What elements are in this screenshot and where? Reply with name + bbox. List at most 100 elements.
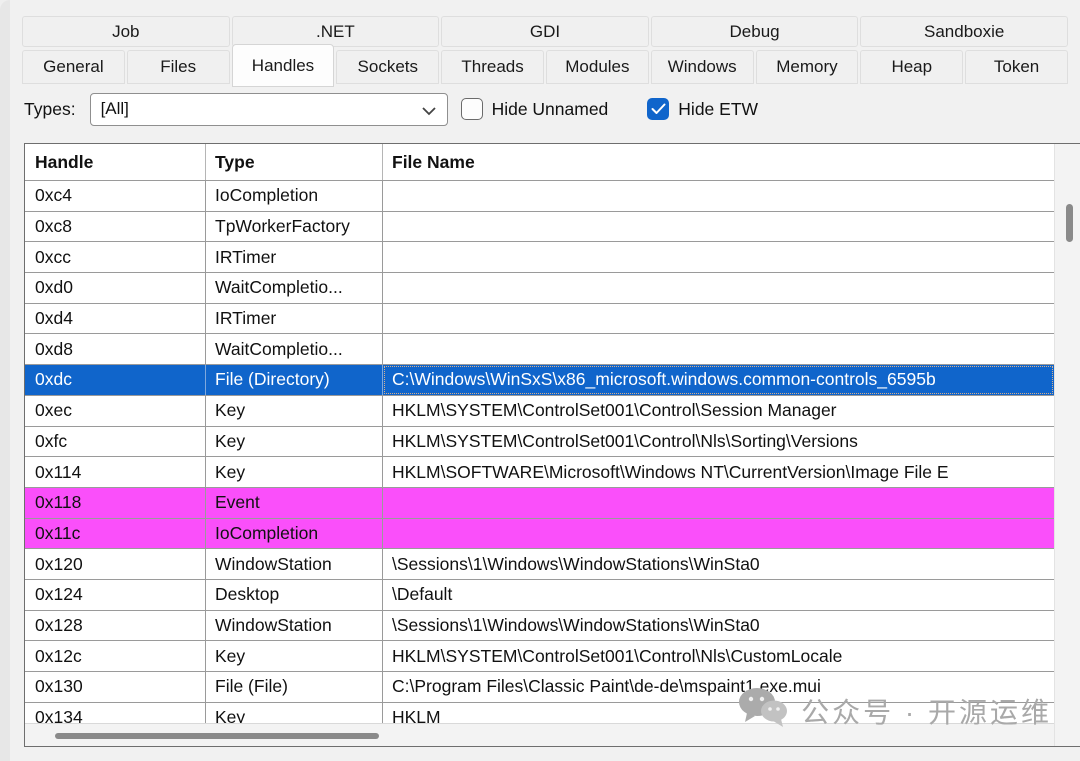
table-row[interactable]: 0x120WindowStation\Sessions\1\Windows\Wi… [25,549,1054,580]
type-cell: Key [206,641,383,671]
tab-strip-bottom: GeneralFilesHandlesSocketsThreadsModules… [22,50,1068,84]
handle-cell: 0x11c [25,519,206,549]
filename-cell: HKLM [383,703,1054,723]
filename-cell [383,181,1054,211]
tab-strip-top: Job.NETGDIDebugSandboxie [22,16,1068,47]
table-body: 0xc4IoCompletion0xc8TpWorkerFactory0xccI… [25,181,1054,723]
filename-cell: C:\Program Files\Classic Paint\de-de\msp… [383,672,1054,702]
type-cell: IRTimer [206,304,383,334]
tab-token[interactable]: Token [965,50,1068,84]
filename-cell [383,519,1054,549]
type-cell: WindowStation [206,611,383,641]
type-cell: TpWorkerFactory [206,212,383,242]
filename-cell: HKLM\SOFTWARE\Microsoft\Windows NT\Curre… [383,457,1054,487]
table-row[interactable]: 0xdcFile (Directory)C:\Windows\WinSxS\x8… [25,365,1054,396]
column-header-filename[interactable]: File Name [383,144,1054,180]
handle-cell: 0x124 [25,580,206,610]
handle-cell: 0xfc [25,427,206,457]
handle-cell: 0x12c [25,641,206,671]
handle-cell: 0xc8 [25,212,206,242]
type-cell: WaitCompletio... [206,273,383,303]
tab-modules[interactable]: Modules [546,50,649,84]
table-row[interactable]: 0xd8WaitCompletio... [25,334,1054,365]
handle-cell: 0xd4 [25,304,206,334]
handle-cell: 0x134 [25,703,206,723]
type-cell: Key [206,427,383,457]
filename-cell: C:\Windows\WinSxS\x86_microsoft.windows.… [383,365,1054,395]
table-row[interactable]: 0xccIRTimer [25,242,1054,273]
filename-cell [383,212,1054,242]
tab-net[interactable]: .NET [232,16,440,47]
type-cell: IoCompletion [206,519,383,549]
table-row[interactable]: 0x114KeyHKLM\SOFTWARE\Microsoft\Windows … [25,457,1054,488]
type-cell: Key [206,396,383,426]
tab-memory[interactable]: Memory [756,50,859,84]
tab-general[interactable]: General [22,50,125,84]
handle-cell: 0x118 [25,488,206,518]
table-row[interactable]: 0x11cIoCompletion [25,519,1054,550]
tab-windows[interactable]: Windows [651,50,754,84]
types-label: Types: [24,99,76,120]
handle-cell: 0xd8 [25,334,206,364]
filename-cell: HKLM\SYSTEM\ControlSet001\Control\Nls\So… [383,427,1054,457]
hide-etw-checkbox[interactable] [647,98,669,120]
type-cell: Desktop [206,580,383,610]
filename-cell [383,304,1054,334]
horizontal-scrollbar-thumb[interactable] [55,733,379,739]
table-row[interactable]: 0xc4IoCompletion [25,181,1054,212]
table-row[interactable]: 0xd4IRTimer [25,304,1054,335]
tab-sockets[interactable]: Sockets [336,50,439,84]
tab-heap[interactable]: Heap [860,50,963,84]
type-cell: WaitCompletio... [206,334,383,364]
handle-cell: 0x114 [25,457,206,487]
vertical-scrollbar-thumb[interactable] [1066,204,1073,242]
table-row[interactable]: 0x130File (File)C:\Program Files\Classic… [25,672,1054,703]
filename-cell [383,334,1054,364]
tab-gdi[interactable]: GDI [441,16,649,47]
table-row[interactable]: 0x134KeyHKLM [25,703,1054,723]
type-cell: File (File) [206,672,383,702]
types-dropdown[interactable]: [All] [90,93,448,126]
types-dropdown-value: [All] [101,99,129,119]
tab-job[interactable]: Job [22,16,230,47]
handle-cell: 0xec [25,396,206,426]
type-cell: File (Directory) [206,365,383,395]
table-row[interactable]: 0xecKeyHKLM\SYSTEM\ControlSet001\Control… [25,396,1054,427]
type-cell: WindowStation [206,549,383,579]
table-row[interactable]: 0x12cKeyHKLM\SYSTEM\ControlSet001\Contro… [25,641,1054,672]
tab-handles[interactable]: Handles [232,44,335,87]
filename-cell: HKLM\SYSTEM\ControlSet001\Control\Nls\Cu… [383,641,1054,671]
type-cell: Key [206,457,383,487]
handle-cell: 0xcc [25,242,206,272]
table-row[interactable]: 0xc8TpWorkerFactory [25,212,1054,243]
column-header-handle[interactable]: Handle [25,144,206,180]
hide-unnamed-checkbox[interactable] [461,98,483,120]
table-row[interactable]: 0x124Desktop\Default [25,580,1054,611]
type-cell: IoCompletion [206,181,383,211]
column-header-type[interactable]: Type [206,144,383,180]
table-row[interactable]: 0x118Event [25,488,1054,519]
filename-cell [383,242,1054,272]
handle-cell: 0xc4 [25,181,206,211]
handle-cell: 0x130 [25,672,206,702]
filename-cell [383,273,1054,303]
hide-unnamed-label: Hide Unnamed [492,99,609,120]
table-row[interactable]: 0xfcKeyHKLM\SYSTEM\ControlSet001\Control… [25,427,1054,458]
type-cell: IRTimer [206,242,383,272]
filter-bar: Types: [All] Hide Unnamed Hide ETW [24,90,1068,128]
filename-cell: \Default [383,580,1054,610]
tab-threads[interactable]: Threads [441,50,544,84]
vertical-scrollbar[interactable] [1054,144,1080,746]
tab-sandboxie[interactable]: Sandboxie [860,16,1068,47]
handle-cell: 0xdc [25,365,206,395]
hide-etw-label: Hide ETW [678,99,758,120]
chevron-down-icon [421,103,437,123]
tab-files[interactable]: Files [127,50,230,84]
table-row[interactable]: 0x128WindowStation\Sessions\1\Windows\Wi… [25,611,1054,642]
horizontal-scrollbar[interactable] [25,723,1054,746]
tab-debug[interactable]: Debug [651,16,859,47]
filename-cell [383,488,1054,518]
table-row[interactable]: 0xd0WaitCompletio... [25,273,1054,304]
handles-table-panel: Handle Type File Name 0xc4IoCompletion0x… [24,143,1080,747]
properties-window: Job.NETGDIDebugSandboxie GeneralFilesHan… [0,0,1080,761]
